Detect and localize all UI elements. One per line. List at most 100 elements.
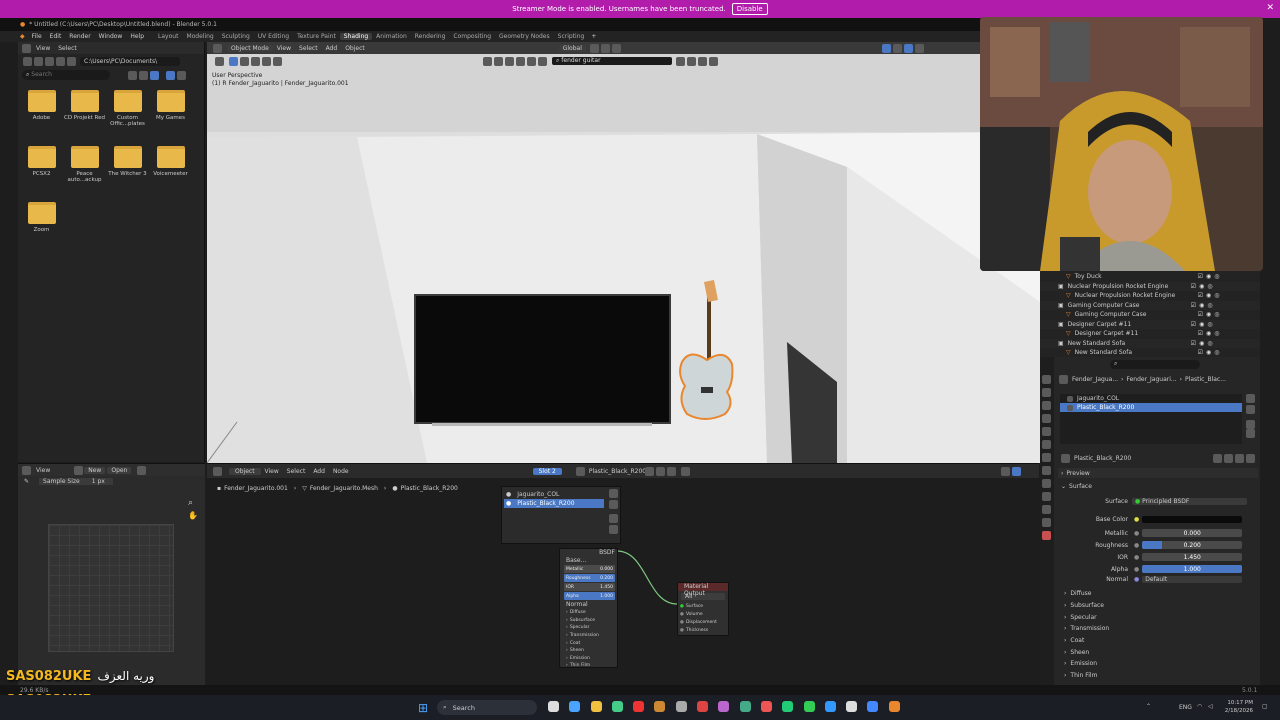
duplicate-icon[interactable] [655, 466, 665, 476]
editor-type-icon[interactable] [22, 465, 31, 475]
spotify-icon[interactable] [782, 701, 794, 712]
workspace-tab-compositing[interactable]: Compositing [449, 33, 495, 40]
tool-tab-icon[interactable] [1042, 375, 1051, 384]
clock-time[interactable]: 10:17 PM [1223, 699, 1253, 707]
disable-button[interactable]: Disable [731, 3, 768, 15]
property-slider[interactable]: 1.000 [1142, 565, 1243, 573]
open-image-button[interactable]: Open [107, 466, 132, 474]
workspace-tab-sculpting[interactable]: Sculpting [218, 33, 254, 40]
checkbox-icon[interactable]: ☑ [1198, 273, 1203, 280]
surface-panel-header[interactable]: ⌄ Surface [1058, 481, 1258, 491]
discord-icon[interactable] [718, 701, 730, 712]
folder-item[interactable]: Voicemeeter [149, 142, 192, 198]
node-menu-node[interactable]: Node [329, 468, 353, 475]
output-tab-icon[interactable] [1042, 401, 1051, 410]
sphere-icon[interactable] [575, 466, 585, 476]
unlink-icon[interactable] [666, 466, 676, 476]
display-thumb-icon[interactable] [150, 70, 159, 80]
image-menu-view[interactable]: View [32, 467, 54, 474]
camera-icon[interactable]: ◎ [1214, 273, 1219, 280]
camera-icon[interactable]: ◎ [1214, 349, 1219, 356]
select-subtract-icon[interactable] [251, 56, 260, 66]
object-dropdown[interactable]: Object [229, 467, 261, 475]
output-socket[interactable]: ● Thickness [678, 626, 728, 634]
menu-help[interactable]: Help [126, 33, 148, 40]
steam-icon[interactable] [739, 701, 751, 712]
select-invert-icon[interactable] [262, 56, 271, 66]
folder-item[interactable]: My Games [149, 86, 192, 142]
outliner-row[interactable]: ▣ Gaming Computer Case ☑ ◉ ◎ [1040, 300, 1260, 310]
outliner-row[interactable]: ▽ Gaming Computer Case ☑ ◉ ◎ [1040, 310, 1260, 320]
transform-orientation-dropdown[interactable]: Global [558, 44, 586, 52]
menu-file[interactable]: File [28, 33, 46, 40]
blender-icon[interactable] [888, 701, 900, 712]
preview-panel-header[interactable]: › Preview [1058, 468, 1258, 478]
constraints-tab-icon[interactable] [1042, 505, 1051, 514]
node-material-name[interactable]: Plastic_Black_R200 [589, 468, 646, 475]
popup-slot-item[interactable]: ● Jaguarito_COL [506, 490, 616, 499]
vscode-icon[interactable] [824, 701, 836, 712]
media-icon[interactable] [760, 701, 772, 712]
move-down-icon[interactable] [1246, 429, 1255, 438]
display-grid-icon[interactable] [139, 70, 148, 80]
pin-icon[interactable] [680, 466, 690, 476]
output-socket[interactable]: ● Displacement [678, 618, 728, 626]
subpanel-header[interactable]: › Emission [1064, 658, 1254, 670]
visibility-icon[interactable] [483, 56, 492, 66]
render-icon[interactable] [516, 56, 525, 66]
volume-icon[interactable]: ◁ [1208, 703, 1213, 710]
object-tab-icon[interactable] [1042, 453, 1051, 462]
slot-dropdown[interactable]: Slot 2 [532, 467, 562, 475]
subpanel-header[interactable]: › Sheen [1064, 646, 1254, 658]
filter-icon[interactable] [166, 70, 175, 80]
overlay-icon[interactable] [892, 43, 902, 53]
node-subpanel[interactable]: › Coat [560, 639, 617, 647]
expand-icon[interactable] [709, 56, 718, 66]
refresh-icon[interactable] [56, 56, 65, 66]
xbox-icon[interactable] [803, 701, 815, 712]
folder-item[interactable]: PCSX2 [20, 142, 63, 198]
nvidia-icon[interactable] [867, 701, 879, 712]
add-workspace-icon[interactable]: + [591, 33, 596, 40]
chrome-icon[interactable] [611, 701, 623, 712]
forward-icon[interactable] [34, 56, 43, 66]
camera-icon[interactable]: ◎ [1207, 302, 1212, 309]
file-menu-select[interactable]: Select [54, 45, 81, 52]
new-folder-icon[interactable] [67, 56, 76, 66]
surface-shader-field[interactable]: ● Principled BSDF [1132, 498, 1247, 505]
new-image-button[interactable]: New [84, 466, 106, 474]
editor-type-icon[interactable] [213, 43, 222, 53]
eye-icon[interactable]: ◉ [1199, 302, 1204, 309]
workspace-tab-layout[interactable]: Layout [154, 33, 182, 40]
checkbox-icon[interactable]: ☑ [1191, 283, 1196, 290]
material-tab-icon[interactable] [1042, 531, 1051, 540]
eye-icon[interactable]: ◉ [1206, 273, 1211, 280]
fake-user-icon[interactable] [1213, 453, 1223, 463]
subpanel-header[interactable]: › Coat [1064, 635, 1254, 647]
workspace-tab-geometry-nodes[interactable]: Geometry Nodes [495, 33, 554, 40]
notification-icon[interactable]: ▢ [1262, 703, 1268, 710]
gizmo-icon[interactable] [881, 43, 891, 53]
select-tool-icon[interactable] [215, 56, 224, 66]
settings-icon[interactable] [177, 70, 186, 80]
workspace-tab-shading[interactable]: Shading [339, 33, 373, 40]
node-field[interactable]: Roughness 0.200 [564, 574, 615, 582]
sphere-icon[interactable] [1061, 453, 1070, 463]
viewport-menu-view[interactable]: View [273, 45, 295, 52]
remove-slot-icon[interactable] [609, 500, 618, 509]
select-filter-icon[interactable] [505, 56, 514, 66]
checkbox-icon[interactable]: ☑ [1198, 349, 1203, 356]
pin-icon[interactable] [1059, 374, 1068, 384]
node-subpanel[interactable]: › Transmission [560, 632, 617, 640]
clock-date[interactable]: 2/18/2026 [1223, 707, 1253, 715]
duplicate-icon[interactable] [1224, 453, 1234, 463]
checkbox-icon[interactable]: ☑ [1191, 302, 1196, 309]
properties-search[interactable]: ⌕ [1110, 360, 1200, 369]
proportional-icon[interactable] [611, 43, 621, 53]
node-field[interactable]: Metallic 0.000 [564, 565, 615, 573]
workspace-tab-modeling[interactable]: Modeling [182, 33, 217, 40]
close-icon[interactable]: ✕ [1266, 3, 1274, 13]
camera-icon[interactable]: ◎ [1207, 340, 1212, 347]
camera-icon[interactable] [527, 56, 536, 66]
image-browse-icon[interactable] [74, 465, 84, 475]
